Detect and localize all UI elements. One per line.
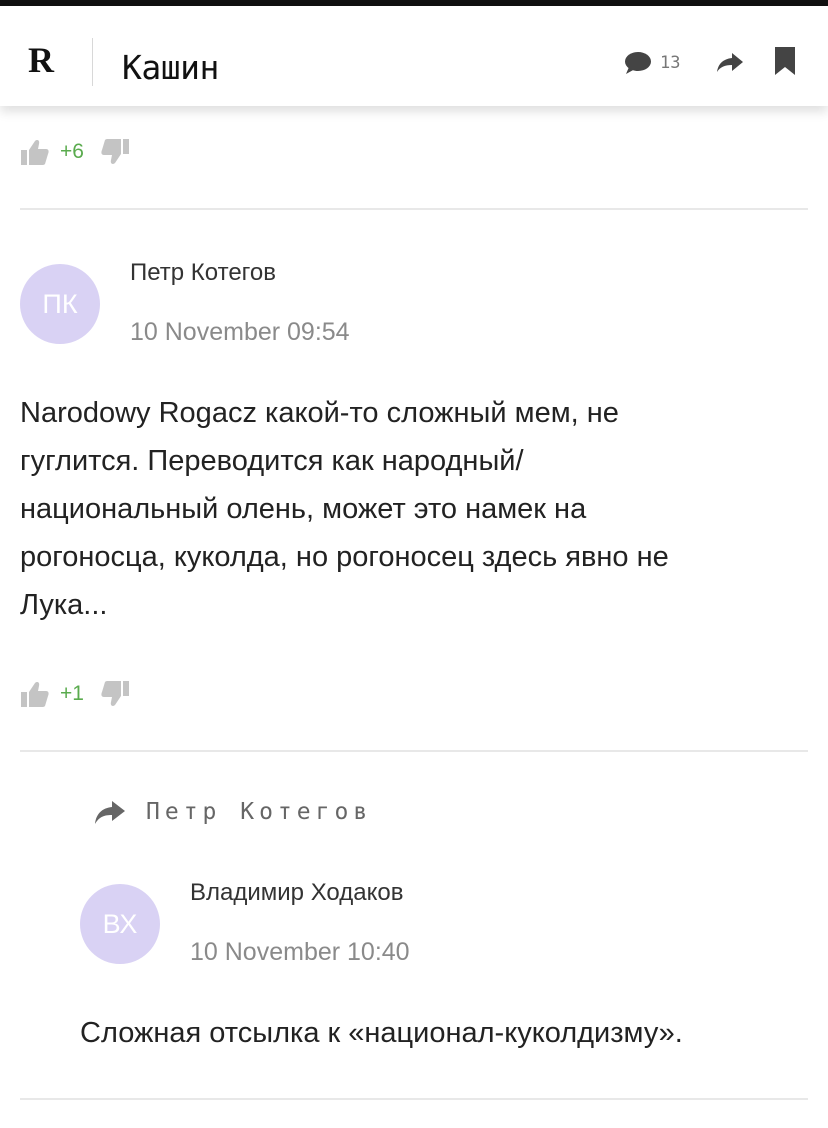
thumbs-down-icon[interactable] [100, 679, 130, 709]
comment-text-line: Лука... [20, 589, 108, 621]
vote-bar: +1 [20, 676, 130, 712]
thumbs-down-icon[interactable] [100, 137, 130, 167]
comment-text-line: рогоносца, куколда, но рогоносец здесь я… [20, 541, 669, 573]
comment-count: 13 [660, 53, 681, 73]
comment-text-line: гуглится. Переводится как народный/ [20, 445, 524, 477]
comments-counter-button[interactable]: 13 [624, 48, 680, 78]
thumbs-up-icon[interactable] [20, 679, 50, 709]
comment-text-line: Narodowy Rogacz какой-то сложный мем, не [20, 397, 619, 429]
thumbs-up-icon[interactable] [20, 137, 50, 167]
header-divider [92, 38, 93, 86]
comment-date: 10 November 10:40 [190, 938, 410, 966]
comment-separator [20, 208, 808, 210]
reply-to-link[interactable]: Петр Котегов [94, 794, 372, 830]
reply-to-name: Петр Котегов [146, 799, 373, 825]
comment-separator [20, 750, 808, 752]
comment-text: Narodowy Rogacz какой-то сложный мем, не… [20, 389, 810, 629]
comment-text-line: национальный олень, может это намек на [20, 493, 587, 525]
app-header: R Кашин 13 [0, 6, 828, 106]
vote-score: +6 [60, 140, 84, 163]
comment-date: 10 November 09:54 [130, 318, 350, 346]
share-arrow-icon[interactable] [716, 50, 744, 76]
comment-text: Сложная отсылка к «национал-куколдизму». [80, 1017, 683, 1049]
site-logo[interactable]: R [28, 40, 54, 80]
comment-author[interactable]: Владимир Ходаков [190, 878, 403, 908]
speech-bubble-icon [625, 52, 651, 74]
comment-author[interactable]: Петр Котегов [130, 258, 276, 288]
reply-arrow-icon [95, 801, 125, 824]
comment-separator [20, 1098, 808, 1100]
avatar[interactable]: ВХ [80, 884, 160, 964]
avatar[interactable]: ПК [20, 264, 100, 344]
page-title: Кашин [122, 48, 219, 87]
vote-score: +1 [60, 682, 84, 705]
vote-bar: +6 [20, 134, 130, 170]
bookmark-icon[interactable] [774, 46, 796, 76]
